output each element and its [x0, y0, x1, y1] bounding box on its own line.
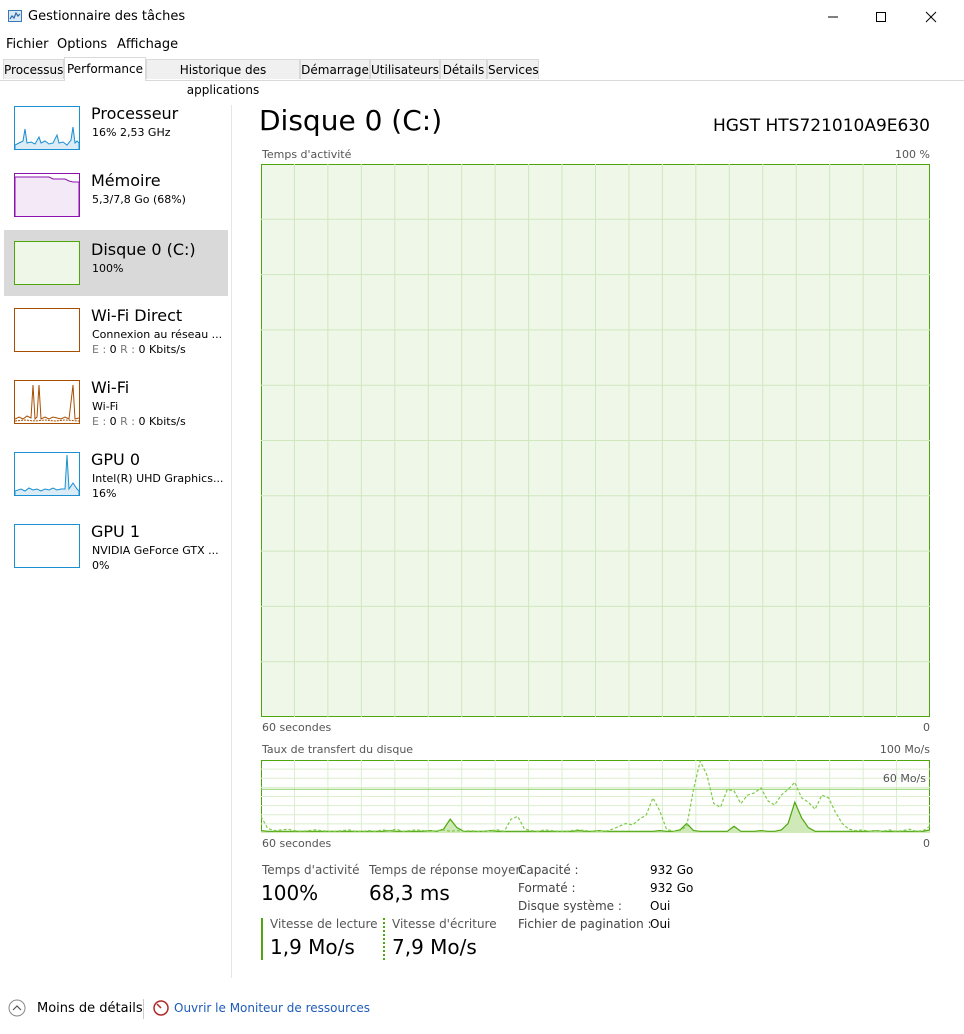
- window-title: Gestionnaire des tâches: [28, 9, 186, 24]
- activity-chart-label: Temps d'activité: [262, 148, 352, 161]
- sidebar-item-detail: Connexion au réseau ...: [92, 328, 223, 341]
- sidebar-item-gpu1[interactable]: GPU 1 NVIDIA GeForce GTX ... 0%: [4, 516, 228, 582]
- less-details-label: Moins de détails: [37, 1000, 143, 1016]
- stat-read-value: 1,9 Mo/s: [270, 935, 355, 959]
- tab-details[interactable]: Détails: [440, 59, 487, 79]
- stat-write-label: Vitesse d'écriture: [392, 917, 497, 931]
- tab-demarrage[interactable]: Démarrage: [300, 59, 370, 79]
- prop-pagefile-label: Fichier de pagination :: [518, 917, 652, 931]
- resource-monitor-link[interactable]: Ouvrir le Moniteur de ressources: [153, 1000, 370, 1016]
- menu-options[interactable]: Options: [57, 37, 107, 52]
- gpu0-thumbnail: [14, 452, 80, 496]
- transfer-chart-max: 100 Mo/s: [879, 743, 930, 756]
- transfer-chart: [261, 760, 930, 833]
- maximize-button[interactable]: [858, 0, 904, 33]
- tab-processus[interactable]: Processus: [3, 59, 64, 79]
- tab-historique[interactable]: Historique des applications: [146, 59, 300, 97]
- less-details-button[interactable]: Moins de détails: [8, 999, 143, 1017]
- transfer-chart-mid: 60 Mo/s: [882, 772, 926, 785]
- transfer-axis-left: 60 secondes: [262, 837, 332, 850]
- prop-formatted-value: 932 Go: [650, 881, 694, 895]
- sidebar-item-throughput: E : 0 R : 0 Kbits/s: [92, 415, 186, 428]
- write-speed-marker: [383, 918, 385, 960]
- maximize-icon: [876, 11, 886, 22]
- sidebar-item-detail: 16% 2,53 GHz: [92, 126, 171, 139]
- tab-performance[interactable]: Performance: [64, 57, 146, 81]
- resource-monitor-icon: [153, 1000, 169, 1016]
- menu-fichier[interactable]: Fichier: [6, 37, 49, 52]
- read-speed-marker: [261, 918, 263, 960]
- sidebar-item-name: Disque 0 (C:): [91, 240, 196, 259]
- gpu1-thumbnail: [14, 524, 80, 568]
- transfer-chart-label: Taux de transfert du disque: [262, 743, 414, 756]
- gpu0-mini-graph: [14, 454, 80, 495]
- activity-axis-left: 60 secondes: [262, 721, 332, 734]
- wifi-direct-thumbnail: [14, 308, 80, 352]
- sidebar-item-name: GPU 1: [91, 522, 141, 541]
- sidebar-item-name: Wi-Fi: [91, 378, 130, 397]
- activity-chart: [261, 164, 930, 717]
- stat-response-value: 68,3 ms: [369, 881, 450, 905]
- cpu-mini-graph: [14, 126, 80, 149]
- chevron-up-circle-icon: [8, 999, 26, 1017]
- footer-bar: Moins de détails Ouvrir le Moniteur de r…: [0, 996, 964, 1024]
- sidebar-item-usage: 0%: [92, 559, 110, 572]
- sidebar-item-disque0[interactable]: Disque 0 (C:) 100%: [4, 230, 228, 296]
- wifi-mini-graph: [14, 384, 80, 422]
- tab-services[interactable]: Services: [487, 59, 539, 79]
- cpu-thumbnail: [14, 106, 80, 150]
- menu-affichage[interactable]: Affichage: [117, 37, 178, 52]
- disk-model: HGST HTS721010A9E630: [712, 116, 930, 136]
- prop-system-disk-value: Oui: [650, 899, 671, 913]
- sidebar-item-name: Wi-Fi Direct: [91, 306, 183, 325]
- sidebar-item-throughput: E : 0 R : 0 Kbits/s: [92, 343, 186, 356]
- memory-mini-graph: [14, 176, 80, 216]
- minimize-icon: [828, 16, 838, 17]
- transfer-axis-right: 0: [923, 837, 930, 850]
- sidebar-divider: [231, 105, 232, 978]
- close-button[interactable]: [908, 0, 954, 33]
- menu-bar: Fichier Options Affichage: [0, 34, 964, 56]
- task-manager-icon: [8, 10, 22, 22]
- sidebar-item-detail: NVIDIA GeForce GTX ...: [92, 544, 219, 557]
- footer-divider: [143, 999, 144, 1019]
- page-title: Disque 0 (C:): [259, 104, 443, 137]
- disk-thumbnail: [14, 241, 80, 285]
- wifi-thumbnail: [14, 380, 80, 424]
- sidebar-item-processeur[interactable]: Processeur 16% 2,53 GHz: [4, 98, 228, 164]
- sidebar-item-name: Processeur: [91, 104, 179, 123]
- tab-utilisateurs[interactable]: Utilisateurs: [370, 59, 440, 79]
- sidebar-item-wifi[interactable]: Wi-Fi Wi-Fi E : 0 R : 0 Kbits/s: [4, 372, 228, 438]
- prop-capacity-label: Capacité :: [518, 863, 579, 877]
- sidebar-item-memoire[interactable]: Mémoire 5,3/7,8 Go (68%): [4, 165, 228, 231]
- sidebar-item-name: GPU 0: [91, 450, 141, 469]
- prop-capacity-value: 932 Go: [650, 863, 694, 877]
- activity-chart-max: 100 %: [895, 148, 930, 161]
- activity-axis-right: 0: [923, 721, 930, 734]
- close-icon: [925, 11, 937, 22]
- prop-pagefile-value: Oui: [650, 917, 671, 931]
- prop-system-disk-label: Disque système :: [518, 899, 622, 913]
- stat-write-value: 7,9 Mo/s: [392, 935, 477, 959]
- sidebar-item-name: Mémoire: [91, 171, 161, 190]
- sidebar-item-wifi-direct[interactable]: Wi-Fi Direct Connexion au réseau ... E :…: [4, 300, 228, 366]
- minimize-button[interactable]: [810, 0, 856, 33]
- sidebar-item-usage: 16%: [92, 487, 117, 500]
- sidebar-item-detail: 5,3/7,8 Go (68%): [92, 193, 186, 206]
- sidebar-item-detail: Intel(R) UHD Graphics...: [92, 472, 224, 485]
- stat-response-label: Temps de réponse moyen: [369, 863, 524, 877]
- stat-read-label: Vitesse de lecture: [270, 917, 378, 931]
- stat-activity-label: Temps d'activité: [262, 863, 360, 877]
- stat-activity-value: 100%: [261, 881, 319, 905]
- prop-formatted-label: Formaté :: [518, 881, 576, 895]
- sidebar-item-detail: Wi-Fi: [92, 400, 119, 413]
- sidebar-item-detail: 100%: [92, 262, 124, 275]
- sidebar-item-gpu0[interactable]: GPU 0 Intel(R) UHD Graphics... 16%: [4, 444, 228, 510]
- tab-bar: Processus Performance Historique des app…: [0, 57, 964, 97]
- title-bar: Gestionnaire des tâches: [0, 0, 964, 33]
- resource-monitor-label: Ouvrir le Moniteur de ressources: [174, 1001, 370, 1015]
- memory-thumbnail: [14, 173, 80, 217]
